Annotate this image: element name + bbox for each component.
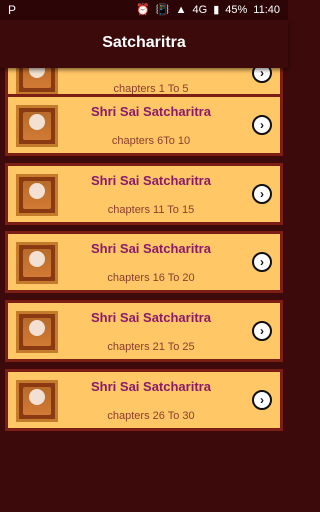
chapter-title: Shri Sai Satcharitra <box>91 173 211 188</box>
alarm-icon: ⏰ <box>136 4 150 16</box>
thumbnail-face <box>29 389 45 405</box>
chevron-right-icon[interactable]: › <box>252 115 272 135</box>
app-bar: Satcharitra <box>0 20 288 68</box>
chevron-right-icon[interactable]: › <box>252 68 272 83</box>
chapter-card[interactable]: Shri Sai Satcharitra chapters 16 To 20 › <box>5 231 283 293</box>
chapter-title: Shri Sai Satcharitra <box>91 104 211 119</box>
chapter-subtitle: chapters 21 To 25 <box>107 341 195 353</box>
app-title: Satcharitra <box>102 34 186 51</box>
chapter-list[interactable]: chapters 1 To 5 › Shri Sai Satcharitra c… <box>0 68 288 512</box>
network-label: 4G <box>192 3 208 16</box>
chevron-right-icon[interactable]: › <box>252 252 272 272</box>
thumbnail-face <box>29 320 45 336</box>
chapter-card[interactable]: Shri Sai Satcharitra chapters 6To 10 › <box>5 94 283 156</box>
time-label: 11:40 <box>253 3 280 16</box>
sai-thumbnail-image <box>16 105 58 147</box>
chapter-title: Shri Sai Satcharitra <box>91 241 211 256</box>
status-bar: P ⏰ 📳 ▲ 4G ▮ 45% 11:40 <box>0 0 288 20</box>
thumbnail-face <box>29 114 45 130</box>
sai-thumbnail-image <box>16 311 58 353</box>
chapter-title: Shri Sai Satcharitra <box>91 310 211 325</box>
chapter-card[interactable]: Shri Sai Satcharitra chapters 26 To 30 › <box>5 369 283 431</box>
vibrate-icon: 📳 <box>155 4 170 16</box>
chapter-title: Shri Sai Satcharitra <box>91 379 211 394</box>
p-icon: P <box>8 3 17 17</box>
sai-thumbnail-image <box>16 174 58 216</box>
sai-thumbnail-image <box>16 242 58 284</box>
chevron-right-icon[interactable]: › <box>252 390 272 410</box>
battery-icon: ▮ <box>213 4 220 16</box>
chapter-card[interactable]: Shri Sai Satcharitra chapters 21 To 25 › <box>5 300 283 362</box>
battery-percent: 45% <box>225 3 248 16</box>
chevron-right-icon[interactable]: › <box>252 321 272 341</box>
chapter-subtitle: chapters 26 To 30 <box>107 410 195 422</box>
signal-icon: ▲ <box>175 3 187 16</box>
chapter-card[interactable]: Shri Sai Satcharitra chapters 11 To 15 › <box>5 163 283 225</box>
chapter-subtitle: chapters 11 To 15 <box>107 204 195 216</box>
sai-thumbnail-image <box>16 68 58 95</box>
chevron-right-icon[interactable]: › <box>252 184 272 204</box>
thumbnail-face <box>29 183 45 199</box>
status-icons: ⏰ 📳 ▲ 4G ▮ 45% 11:40 <box>136 3 280 17</box>
chapter-subtitle: chapters 16 To 20 <box>107 272 195 284</box>
thumbnail-face <box>29 251 45 267</box>
sai-thumbnail-image <box>16 380 58 422</box>
chapter-subtitle: chapters 6To 10 <box>111 135 191 147</box>
